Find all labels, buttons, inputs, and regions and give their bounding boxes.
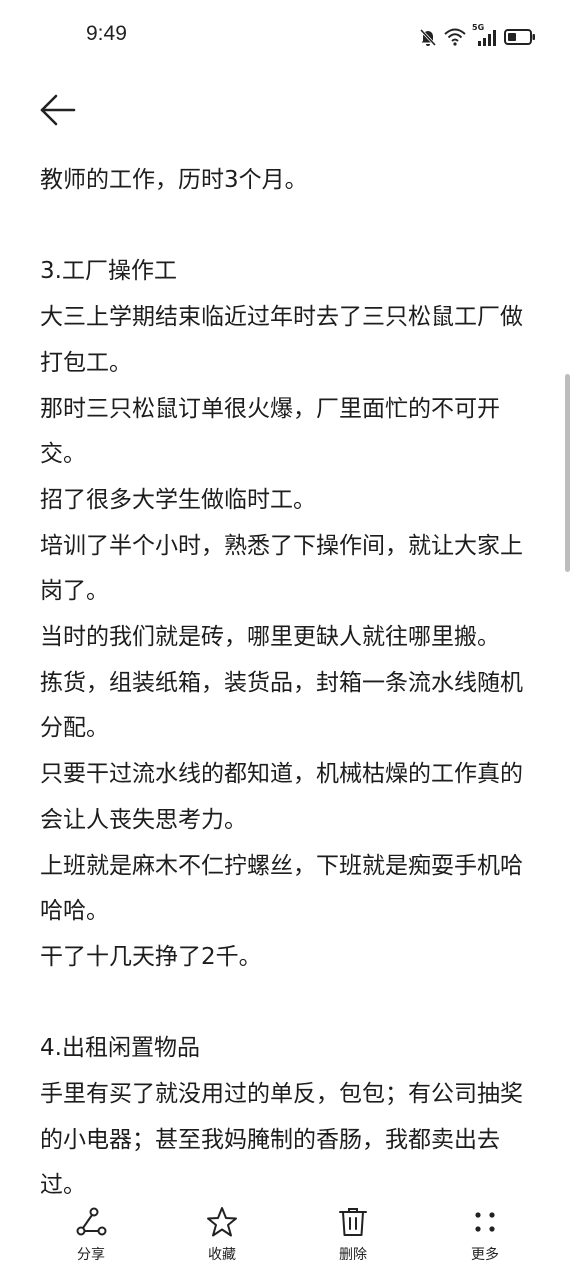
scrollbar[interactable] [565, 374, 570, 572]
note-content[interactable]: 教师的工作，历时3个月。 3.工厂操作工 大三上学期结束临近过年时去了三只松鼠工… [40, 158, 540, 1209]
wifi-icon [444, 28, 466, 46]
note-paragraph: 手里有买了就没用过的单反，包包；有公司抽奖的小电器；甚至我妈腌制的香肠，我都卖出… [40, 1081, 523, 1199]
delete-button[interactable]: 删除 [308, 1204, 398, 1264]
note-paragraph: 那时三只松鼠订单很火爆，厂里面忙的不可开交。 [40, 395, 500, 468]
note-heading: 3.工厂操作工 [40, 258, 177, 285]
mute-bell-icon [418, 27, 438, 47]
status-icons: 5G [418, 23, 536, 50]
bottom-action-bar: 分享 收藏 删除 更多 [0, 1194, 576, 1280]
note-paragraph: 干了十几天挣了2千。 [40, 943, 262, 970]
note-paragraph: 大三上学期结束临近过年时去了三只松鼠工厂做打包工。 [40, 304, 523, 376]
status-time: 9:49 [86, 22, 127, 45]
favorite-label: 收藏 [208, 1247, 236, 1263]
battery-icon [504, 28, 536, 46]
toolbar [0, 76, 576, 136]
note-heading: 4.出租闲置物品 [40, 1035, 200, 1062]
note-paragraph: 当时的我们就是砖，哪里更缺人就往哪里搬。 [40, 624, 500, 651]
star-icon [207, 1207, 237, 1237]
arrow-left-icon [40, 94, 76, 126]
share-button[interactable]: 分享 [46, 1204, 136, 1264]
note-paragraph: 教师的工作，历时3个月。 [40, 167, 308, 193]
note-paragraph: 只要干过流水线的都知道，机械枯燥的工作真的会让人丧失思考力。 [40, 761, 523, 833]
more-label: 更多 [471, 1247, 499, 1263]
more-button[interactable]: 更多 [440, 1204, 530, 1264]
note-paragraph: 拣货，组装纸箱，装货品，封箱一条流水线随机分配。 [40, 669, 523, 742]
note-blank-line [40, 204, 540, 250]
trash-icon [339, 1208, 367, 1236]
more-dots-icon [475, 1212, 495, 1232]
delete-label: 删除 [339, 1247, 367, 1263]
note-paragraph: 招了很多大学生做临时工。 [40, 486, 316, 513]
back-button[interactable] [36, 84, 84, 132]
note-paragraph: 上班就是麻木不仁拧螺丝，下班就是痴耍手机哈哈哈。 [40, 852, 523, 925]
note-paragraph: 培训了半个小时，熟悉了下操作间，就让大家上岗了。 [40, 532, 523, 605]
status-bar: 9:49 5G [0, 0, 576, 74]
5g-signal-icon: 5G [472, 23, 498, 48]
share-icon [76, 1207, 107, 1236]
note-blank-line [40, 981, 540, 1027]
favorite-button[interactable]: 收藏 [177, 1204, 267, 1264]
share-label: 分享 [77, 1247, 105, 1263]
